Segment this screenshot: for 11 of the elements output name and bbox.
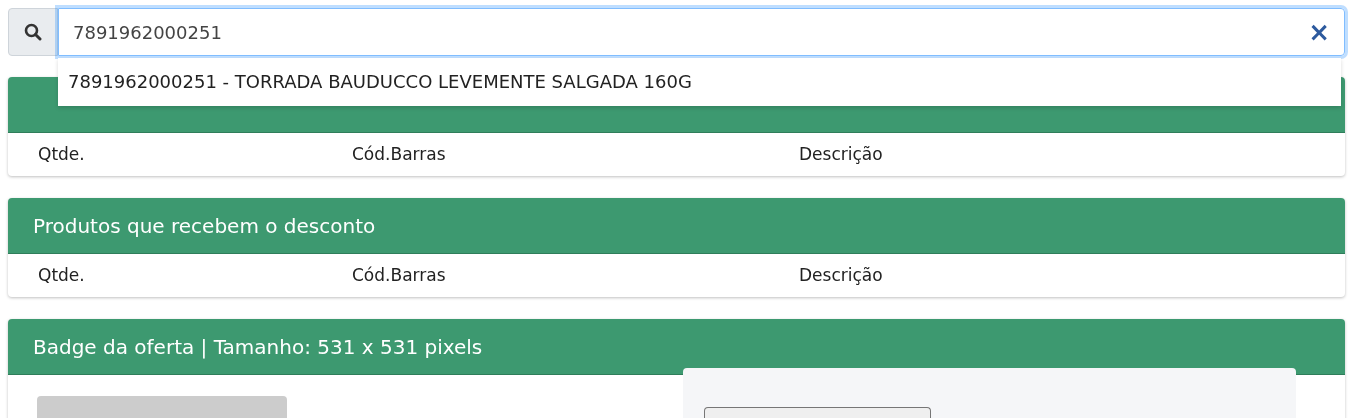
column-header: Qtde. xyxy=(38,143,85,164)
column-header: Descrição xyxy=(799,143,883,164)
panel-title: Produtos que recebem o desconto xyxy=(33,212,376,240)
column-header: Descrição xyxy=(799,264,883,285)
search-field[interactable]: 7891962000251 × xyxy=(58,8,1345,56)
column-header: Cód.Barras xyxy=(352,264,446,285)
clear-button[interactable]: × xyxy=(1308,19,1330,45)
column-header: Qtde. xyxy=(38,264,85,285)
suggestion-item[interactable]: 7891962000251 - TORRADA BAUDUCCO LEVEMENTE SALGADA 160G xyxy=(58,58,1341,106)
column-header: Cód.Barras xyxy=(352,143,446,164)
panel-title: Badge da oferta | Tamanho: 531 x 531 pixels xyxy=(33,333,483,361)
